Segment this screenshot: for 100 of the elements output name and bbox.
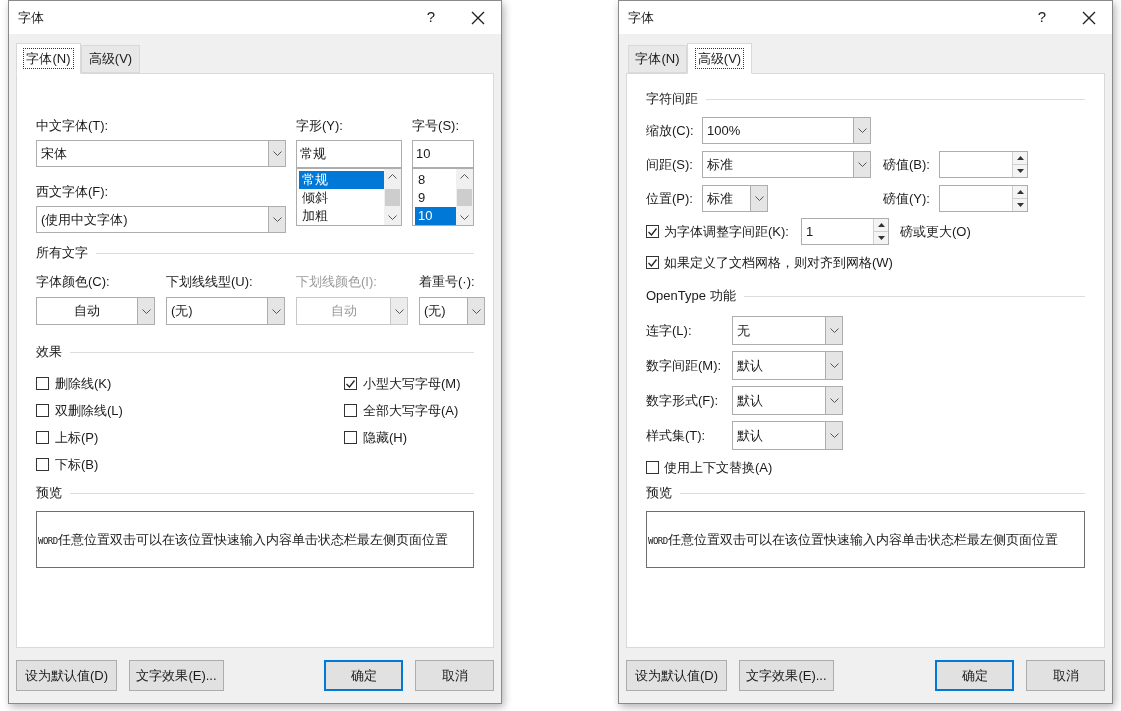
list-item[interactable]: 10 (415, 207, 456, 225)
chevron-down-icon (460, 215, 469, 220)
field-label: 磅值(B): (883, 156, 931, 173)
dropdown[interactable]: (无) (166, 297, 285, 325)
dialog-button[interactable]: 确定 (935, 660, 1014, 691)
checkbox[interactable] (646, 225, 659, 238)
field-label: 位置(P): (646, 190, 694, 207)
field-label: 中文字体(T): (36, 118, 110, 134)
dropdown[interactable]: 宋体 (36, 140, 286, 167)
help-button[interactable]: ? (423, 6, 439, 29)
checkbox[interactable] (36, 458, 49, 471)
dropdown[interactable]: 默认 (732, 421, 843, 450)
checkbox[interactable] (646, 256, 659, 269)
field-label: 下划线颜色(I): (296, 274, 378, 290)
tab[interactable]: 高级(V) (687, 43, 752, 74)
checkbox[interactable] (36, 431, 49, 444)
section-title: OpenType 功能 (646, 288, 736, 304)
chevron-down-icon (272, 151, 282, 156)
spin-up-icon[interactable] (1016, 190, 1024, 194)
dropdown[interactable]: 默认 (732, 386, 843, 415)
checkbox-label: 上标(P) (55, 428, 99, 447)
scrollbar[interactable] (384, 169, 402, 225)
checkbox-label: 使用上下文替换(A) (664, 458, 773, 477)
close-icon[interactable] (1082, 10, 1096, 25)
field-label: 磅值(Y): (883, 190, 931, 207)
spin-up-icon[interactable] (877, 223, 885, 227)
chevron-down-icon (272, 217, 282, 222)
chevron-down-icon (829, 328, 839, 333)
field-label: 字号(S): (412, 118, 460, 134)
checkbox-label: 双删除线(L) (55, 401, 123, 420)
dialog-button[interactable]: 设为默认值(D) (626, 660, 727, 691)
list-item[interactable]: 加粗 (299, 207, 385, 225)
list-item[interactable]: 倾斜 (299, 189, 385, 207)
dropdown[interactable]: (使用中文字体) (36, 206, 286, 233)
field-label: 西文字体(F): (36, 184, 110, 200)
checkbox-label: 隐藏(H) (363, 428, 408, 447)
tab[interactable]: 字体(N) (16, 43, 81, 74)
field-label: 着重号(·): (419, 274, 476, 290)
checkbox[interactable] (646, 461, 659, 474)
checkbox-label: 为字体调整字间距(K): (664, 222, 790, 241)
scrollbar[interactable] (456, 169, 473, 225)
list-item[interactable]: 9 (415, 189, 456, 207)
spin-down-icon[interactable] (1016, 203, 1024, 207)
field-label: 下划线线型(U): (166, 274, 254, 290)
checkbox-label: 如果定义了文档网格，则对齐到网格(W) (664, 253, 893, 272)
dialog-button[interactable]: 取消 (415, 660, 494, 691)
checkbox[interactable] (36, 377, 49, 390)
checkbox[interactable] (344, 404, 357, 417)
dialog-button[interactable]: 确定 (324, 660, 403, 691)
dropdown[interactable]: 100% (702, 117, 871, 144)
field-label: 字体颜色(C): (36, 274, 111, 290)
close-icon[interactable] (471, 10, 485, 25)
preview-text: WORD任意位置双击可以在该位置快速输入内容单击状态栏最左侧页面位置 (648, 530, 1058, 549)
text-field[interactable]: 常规 (296, 140, 403, 168)
chevron-down-icon (829, 363, 839, 368)
checkbox[interactable] (344, 377, 357, 390)
text-field[interactable]: 10 (412, 140, 474, 168)
dropdown[interactable]: 默认 (732, 351, 843, 380)
spin-field[interactable]: 1 (801, 218, 889, 245)
dropdown[interactable]: (无) (419, 297, 485, 325)
dialog-title: 字体 (18, 8, 45, 27)
chevron-down-icon (271, 308, 281, 314)
chevron-down-icon (141, 308, 151, 314)
help-button[interactable]: ? (1034, 6, 1050, 29)
list-item[interactable]: 常规 (299, 171, 385, 189)
spin-field[interactable] (939, 185, 1028, 212)
dialog-button[interactable]: 文字效果(E)... (739, 660, 834, 691)
dropdown[interactable]: 标准 (702, 185, 768, 212)
spin-down-icon[interactable] (1016, 169, 1024, 173)
tab[interactable]: 高级(V) (81, 45, 140, 73)
chevron-down-icon (754, 196, 764, 201)
chevron-down-icon (857, 162, 867, 167)
list-item[interactable]: 8 (415, 171, 456, 189)
field-label: 间距(S): (646, 156, 694, 173)
list-box[interactable]: 8 9 10 (412, 168, 474, 226)
section-title: 预览 (36, 485, 62, 501)
field-label: 磅或更大(O) (900, 222, 971, 241)
dropdown[interactable]: 无 (732, 316, 843, 345)
spin-field[interactable] (939, 151, 1028, 178)
chevron-up-icon (460, 174, 469, 179)
section-title: 字符间距 (646, 91, 698, 107)
dialog-title: 字体 (628, 8, 655, 27)
checkbox[interactable] (36, 404, 49, 417)
dialog-button[interactable]: 文字效果(E)... (129, 660, 224, 691)
dialog-button[interactable]: 设为默认值(D) (16, 660, 117, 691)
dropdown[interactable]: 自动 (36, 297, 155, 325)
section-title: 效果 (36, 344, 62, 360)
spin-down-icon[interactable] (877, 236, 885, 240)
list-box[interactable]: 常规 倾斜 加粗 (296, 168, 403, 226)
spin-up-icon[interactable] (1016, 156, 1024, 160)
chevron-down-icon (857, 128, 867, 133)
checkbox-label: 全部大写字母(A) (363, 401, 459, 420)
chevron-up-icon (388, 174, 398, 179)
tab[interactable]: 字体(N) (628, 45, 687, 73)
dialog-button[interactable]: 取消 (1026, 660, 1105, 691)
chevron-down-icon (829, 398, 839, 403)
preview-text: WORD任意位置双击可以在该位置快速输入内容单击状态栏最左侧页面位置 (38, 530, 448, 549)
checkbox[interactable] (344, 431, 357, 444)
dropdown[interactable]: 标准 (702, 151, 871, 178)
field-label: 字形(Y): (296, 118, 344, 134)
